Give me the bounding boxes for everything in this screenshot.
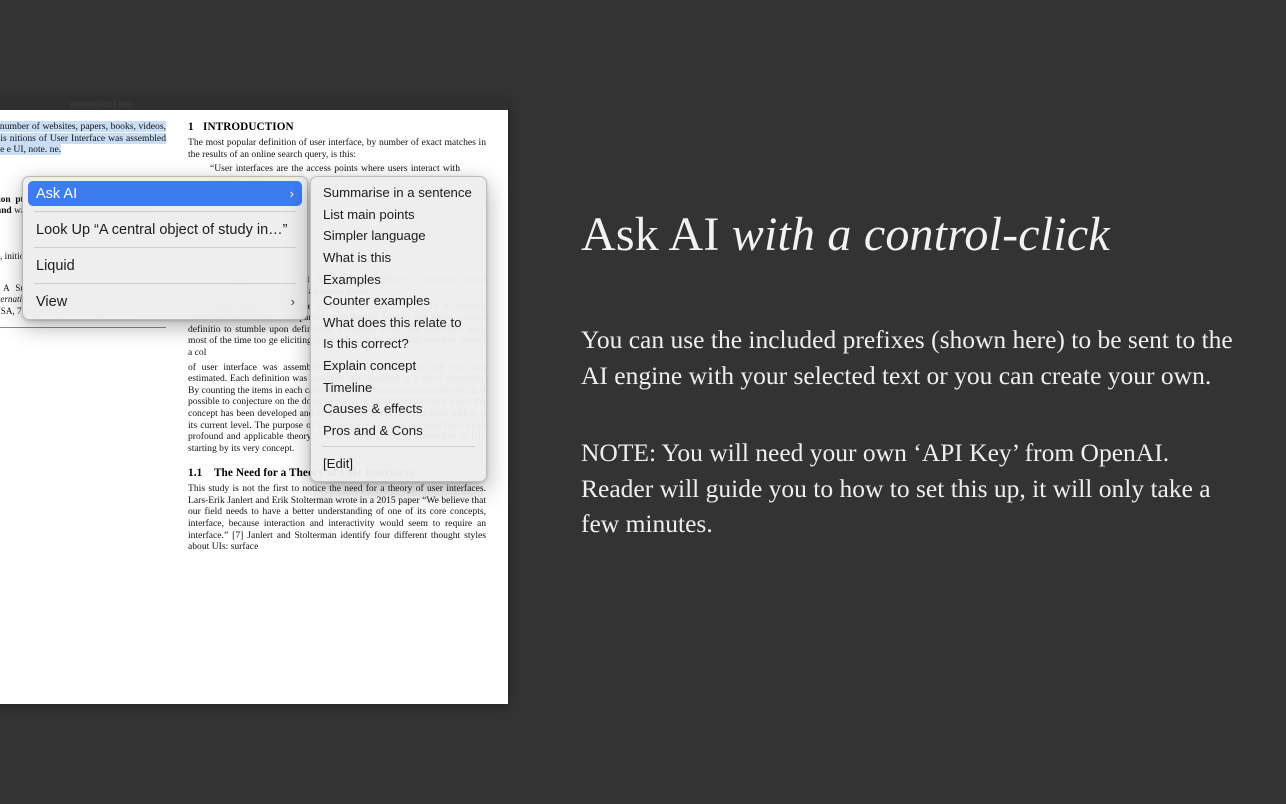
headline-plain: Ask AI: [581, 208, 732, 261]
ask-ai-submenu[interactable]: Summarise in a sentence List main points…: [310, 176, 487, 482]
menu-item-view[interactable]: View ›: [23, 289, 307, 314]
body-paragraph-d: This study is not the first to notice th…: [188, 483, 486, 553]
chevron-right-icon: ›: [290, 294, 295, 309]
menu-item-liquid[interactable]: Liquid: [23, 253, 307, 278]
submenu-item[interactable]: List main points: [311, 204, 486, 226]
menu-separator: [34, 283, 296, 284]
submenu-item-edit[interactable]: [Edit]: [311, 453, 486, 475]
submenu-item[interactable]: Causes & effects: [311, 398, 486, 420]
chevron-right-icon: ›: [289, 186, 294, 201]
menu-separator: [34, 247, 296, 248]
submenu-item[interactable]: Summarise in a sentence: [311, 182, 486, 204]
submenu-item[interactable]: What is this: [311, 247, 486, 269]
context-menu[interactable]: Ask AI › Look Up “A central object of st…: [22, 176, 308, 320]
menu-item-ask-ai[interactable]: Ask AI ›: [28, 181, 302, 206]
author-email: ntonio@ufrl.edu: [70, 99, 133, 109]
submenu-item[interactable]: Pros and & Cons: [311, 420, 486, 442]
submenu-item[interactable]: Explain concept: [311, 355, 486, 377]
headline-italic: with a control-click: [731, 208, 1110, 261]
menu-separator: [34, 211, 296, 212]
submenu-item[interactable]: Simpler language: [311, 225, 486, 247]
section-heading-introduction: 1 INTRODUCTION: [188, 121, 294, 133]
submenu-item[interactable]: What does this relate to: [311, 312, 486, 334]
intro-paragraph: The most popular definition of user inte…: [188, 137, 486, 160]
screen: ntonio@ufrl.edu r in Human-Computer Inte…: [0, 0, 1286, 804]
submenu-separator: [322, 446, 475, 448]
selected-text-paragraph[interactable]: r in Human-Computer Interaction is the n…: [0, 121, 166, 156]
menu-item-look-up[interactable]: Look Up “A central object of study in…”: [23, 217, 307, 242]
feature-panel: Ask AI with a control-click You can use …: [581, 208, 1241, 542]
panel-paragraph-1: You can use the included prefixes (shown…: [581, 325, 1233, 390]
submenu-item[interactable]: Timeline: [311, 376, 486, 398]
panel-headline: Ask AI with a control-click: [581, 208, 1241, 261]
legal-notice: ard copies of all or part of this work f…: [0, 334, 166, 429]
legal-divider: [0, 326, 166, 328]
panel-paragraph-2: NOTE: You will need your own ‘API Key’ f…: [581, 438, 1211, 539]
submenu-item[interactable]: Is this correct?: [311, 333, 486, 355]
submenu-item[interactable]: Examples: [311, 268, 486, 290]
submenu-item[interactable]: Counter examples: [311, 290, 486, 312]
